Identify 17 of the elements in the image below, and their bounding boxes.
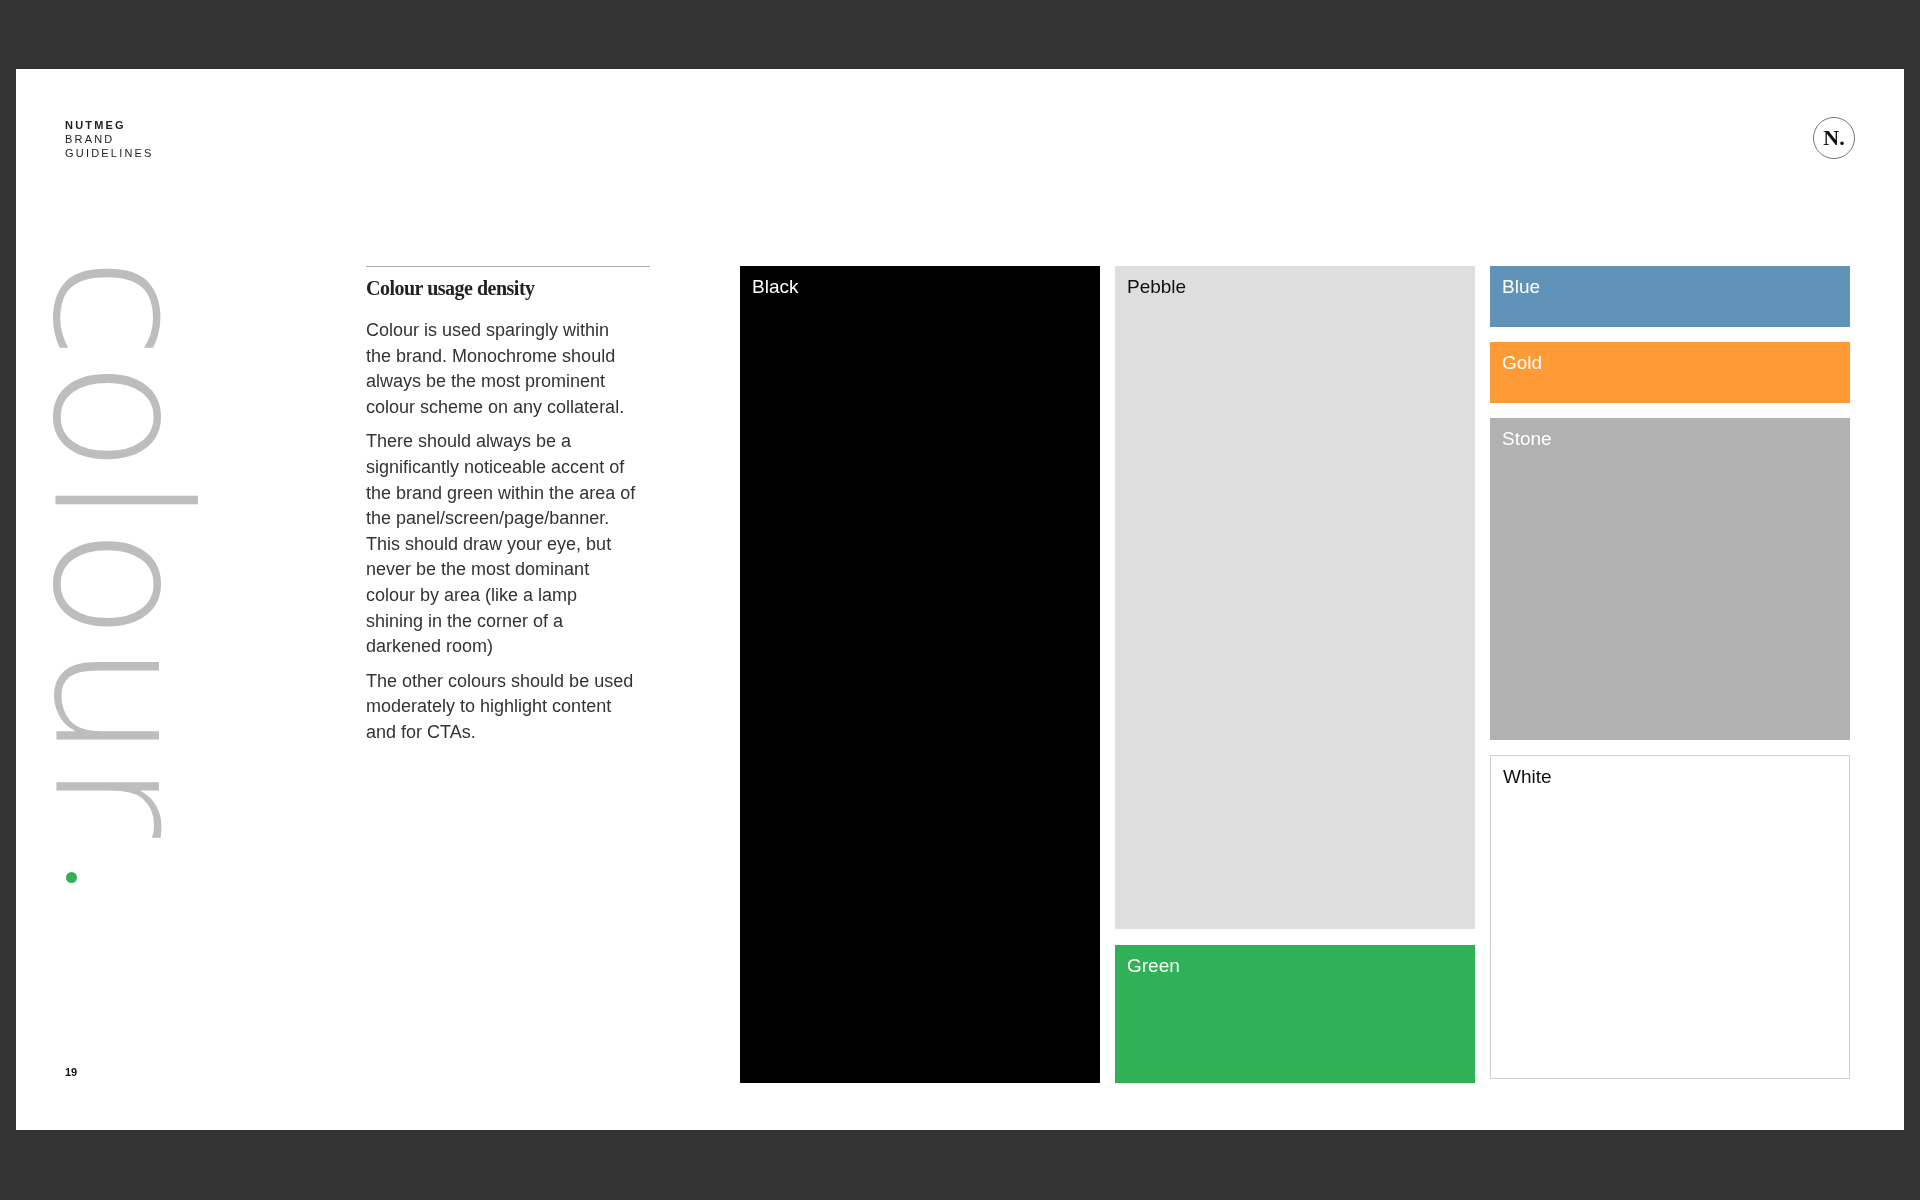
swatch-label: Black bbox=[752, 276, 799, 297]
swatch-label: Stone bbox=[1502, 428, 1552, 449]
swatch-label: Gold bbox=[1502, 352, 1543, 373]
brand-subtitle: GUIDELINES bbox=[65, 147, 154, 160]
swatch-label: White bbox=[1503, 766, 1552, 787]
article-heading: Colour usage density bbox=[366, 277, 536, 300]
brand-name: NUTMEG bbox=[65, 119, 127, 132]
swatch-label: Blue bbox=[1502, 276, 1541, 297]
page-number: 19 bbox=[65, 1066, 78, 1078]
brand-subtitle: BRAND bbox=[65, 133, 116, 146]
swatch-label: Pebble bbox=[1127, 276, 1187, 297]
section-title: colour bbox=[27, 256, 215, 839]
accent-dot bbox=[66, 872, 77, 883]
body-paragraph: The other colours should be used moderately to highlight content and for CTAs. bbox=[366, 669, 635, 744]
body-paragraph: Colour is used sparingly within the brand. Monochrome should always be the most prominent colour scheme on any collateral. bbox=[366, 319, 626, 419]
swatch-label: Green bbox=[1127, 955, 1180, 976]
body-paragraph: There should always be a significantly noticeable accent of the brand green within the area of the panel/screen/page/banner. This should draw your eye, but never be the most dominant colour by area (like a lamp shining in the corner of a darkened room) bbox=[366, 430, 637, 659]
